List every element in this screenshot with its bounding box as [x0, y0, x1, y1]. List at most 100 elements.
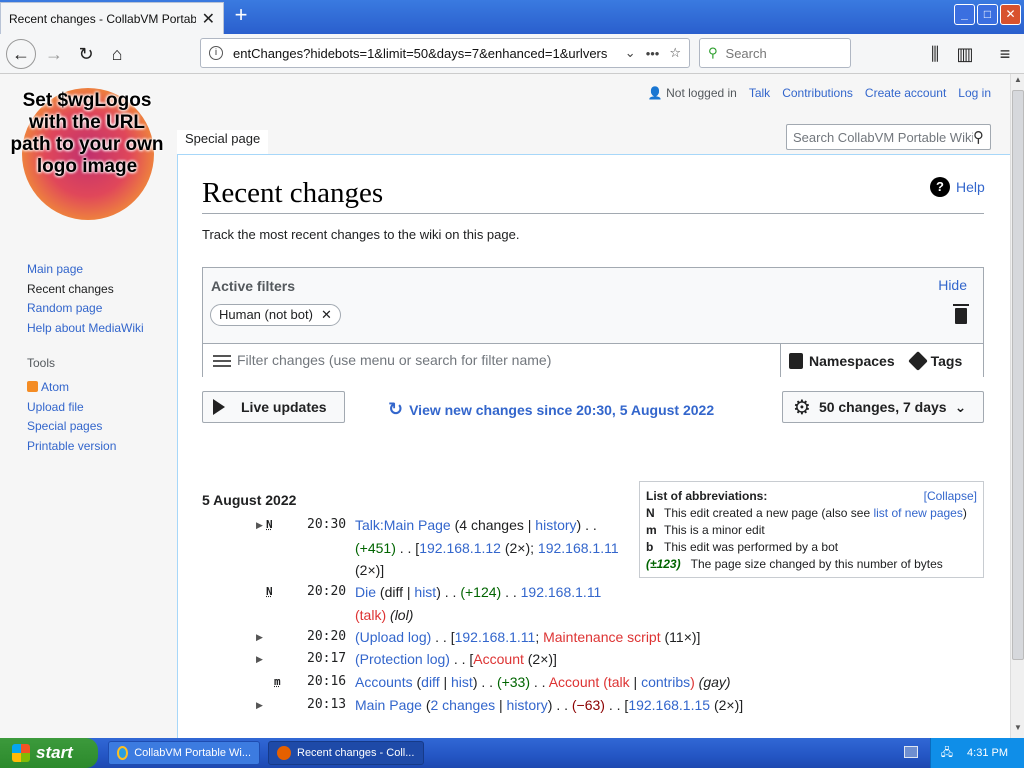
sidebar-item-random-page[interactable]: Random page — [27, 301, 102, 315]
menu-hamburger-icon[interactable]: ≡ — [990, 39, 1020, 69]
history-link[interactable]: history — [535, 517, 576, 533]
user-link[interactable]: Maintenance script — [543, 629, 661, 645]
back-button[interactable]: ← — [6, 39, 36, 69]
changes-link[interactable]: 2 changes — [431, 697, 496, 713]
sidebar-toggle-icon[interactable]: ▥ — [950, 39, 980, 69]
browser-tab-active[interactable]: Recent changes - CollabVM Portable Wiki … — [0, 2, 224, 34]
user-link[interactable]: 192.168.1.15 — [628, 697, 710, 713]
url-bar[interactable]: i entChanges?hidebots=1&limit=50&days=7&… — [200, 38, 690, 68]
title-divider — [202, 213, 984, 214]
user-talk-link[interactable]: talk — [608, 674, 630, 690]
keyboard-icon[interactable] — [904, 746, 918, 758]
user-link[interactable]: 192.168.1.11 — [538, 540, 619, 556]
sidebar-item-upload[interactable]: Upload file — [27, 400, 84, 414]
system-tray: 🖧 4:31 PM — [930, 738, 1024, 768]
history-link[interactable]: hist — [414, 584, 436, 600]
help-link[interactable]: ? Help — [930, 177, 985, 197]
talk-link[interactable]: Talk — [749, 86, 770, 100]
network-icon[interactable]: 🖧 — [941, 744, 953, 763]
expand-arrow-icon[interactable]: ▶ — [256, 694, 263, 717]
forward-button[interactable]: → — [39, 39, 69, 69]
sidebar-item-printable[interactable]: Printable version — [27, 439, 116, 453]
size-change: (−63) — [571, 697, 605, 713]
create-account-link[interactable]: Create account — [865, 86, 946, 100]
remove-filter-icon[interactable]: ✕ — [321, 305, 332, 325]
page-scrollbar[interactable]: ▲ ▼ — [1010, 74, 1024, 738]
log-link[interactable]: (Upload log) — [355, 629, 431, 645]
contribs-link[interactable]: contribs — [641, 674, 690, 690]
filter-chip-label: Human (not bot) — [219, 307, 313, 322]
hide-filters-link[interactable]: Hide — [938, 277, 967, 293]
search-icon[interactable]: ⚲ — [973, 128, 984, 146]
sidebar-item-help[interactable]: Help about MediaWiki — [27, 321, 144, 335]
page-link[interactable]: Talk:Main Page — [355, 517, 451, 533]
sidebar-item-recent-changes[interactable]: Recent changes — [27, 282, 114, 296]
page-link[interactable]: Die — [355, 584, 376, 600]
change-time: 20:13 — [307, 697, 347, 712]
browser-search-box[interactable]: ⚲ Search — [699, 38, 851, 68]
user-talk-link[interactable]: talk — [360, 607, 382, 623]
taskbar-item-ie[interactable]: CollabVM Portable Wi... — [108, 741, 260, 765]
page-actions-icon[interactable]: ••• — [646, 46, 660, 61]
user-link[interactable]: 192.168.1.12 — [419, 540, 501, 556]
scroll-down-icon[interactable]: ▼ — [1012, 723, 1024, 737]
clock[interactable]: 4:31 PM — [967, 747, 1008, 759]
sidebar-item-main-page[interactable]: Main page — [27, 262, 83, 276]
reload-button[interactable]: ↻ — [71, 39, 101, 69]
history-link[interactable]: hist — [451, 674, 473, 690]
user-link[interactable]: 192.168.1.11 — [455, 629, 536, 645]
change-time: 20:16 — [307, 674, 347, 689]
start-button[interactable]: start — [0, 738, 98, 768]
new-pages-link[interactable]: list of new pages — [873, 506, 962, 520]
changes-options-button[interactable]: ⚙ 50 changes, 7 days ⌄ — [782, 391, 984, 423]
filter-menu-icon[interactable] — [213, 355, 231, 367]
page-title: Recent changes — [202, 177, 384, 209]
sidebar-item-atom[interactable]: Atom — [41, 380, 69, 394]
maximize-window-button[interactable]: □ — [977, 4, 998, 25]
diff-link[interactable]: diff — [421, 674, 439, 690]
close-tab-icon[interactable]: ✕ — [202, 9, 215, 29]
filter-chip[interactable]: Human (not bot) ✕ — [210, 304, 341, 326]
log-link[interactable]: (Protection log) — [355, 651, 450, 667]
user-link[interactable]: Account — [473, 651, 524, 667]
log-in-link[interactable]: Log in — [958, 86, 991, 100]
help-label[interactable]: Help — [956, 179, 985, 195]
new-tab-button[interactable]: + — [228, 4, 254, 28]
view-new-changes-link[interactable]: ↻ View new changes since 20:30, 5 August … — [388, 399, 714, 420]
tab-special-page[interactable]: Special page — [177, 130, 269, 154]
url-text[interactable]: entChanges?hidebots=1&limit=50&days=7&en… — [233, 46, 615, 61]
page-link[interactable]: Main Page — [355, 697, 422, 713]
size-change: (+33) — [496, 674, 531, 690]
user-link[interactable]: Account — [549, 674, 600, 690]
change-text: Talk:Main Page (4 changes | history) . .… — [355, 517, 619, 578]
sidebar-item-special-pages[interactable]: Special pages — [27, 419, 102, 433]
history-link[interactable]: history — [507, 697, 548, 713]
edit-comment: (lol) — [390, 606, 414, 623]
wiki-search-input[interactable]: Search CollabVM Portable Wiki ⚲ — [786, 124, 991, 150]
namespaces-button[interactable]: Namespaces — [789, 352, 895, 369]
close-window-button[interactable]: ✕ — [1000, 4, 1021, 25]
tags-button[interactable]: Tags — [907, 350, 962, 371]
expand-arrow-icon[interactable]: ▶ — [256, 514, 263, 537]
minimize-window-button[interactable]: _ — [954, 4, 975, 25]
sidebar: Main page Recent changes Random page Hel… — [27, 260, 144, 456]
scrollbar-thumb[interactable] — [1012, 90, 1024, 660]
collapse-legend-link[interactable]: [Collapse] — [924, 488, 977, 505]
dropdown-chevron-icon[interactable]: ⌄ — [625, 45, 636, 61]
live-updates-button[interactable]: Live updates — [202, 391, 345, 423]
contributions-link[interactable]: Contributions — [782, 86, 853, 100]
back-arrow-icon: ← — [12, 43, 30, 64]
info-icon[interactable]: i — [209, 46, 223, 60]
change-time: 20:20 — [307, 584, 347, 599]
trash-icon[interactable] — [953, 304, 969, 324]
bookmark-star-icon[interactable]: ☆ — [669, 45, 681, 61]
home-button[interactable]: ⌂ — [102, 39, 132, 69]
expand-arrow-icon[interactable]: ▶ — [256, 648, 263, 671]
taskbar-item-firefox[interactable]: Recent changes - Coll... — [268, 741, 424, 765]
user-link[interactable]: 192.168.1.11 — [521, 584, 602, 600]
expand-arrow-icon[interactable]: ▶ — [256, 626, 263, 649]
scroll-up-icon[interactable]: ▲ — [1012, 75, 1024, 89]
filter-input[interactable]: Filter changes (use menu or search for f… — [237, 352, 551, 368]
page-link[interactable]: Accounts — [355, 674, 413, 690]
library-icon[interactable]: ⫼ — [920, 39, 950, 69]
